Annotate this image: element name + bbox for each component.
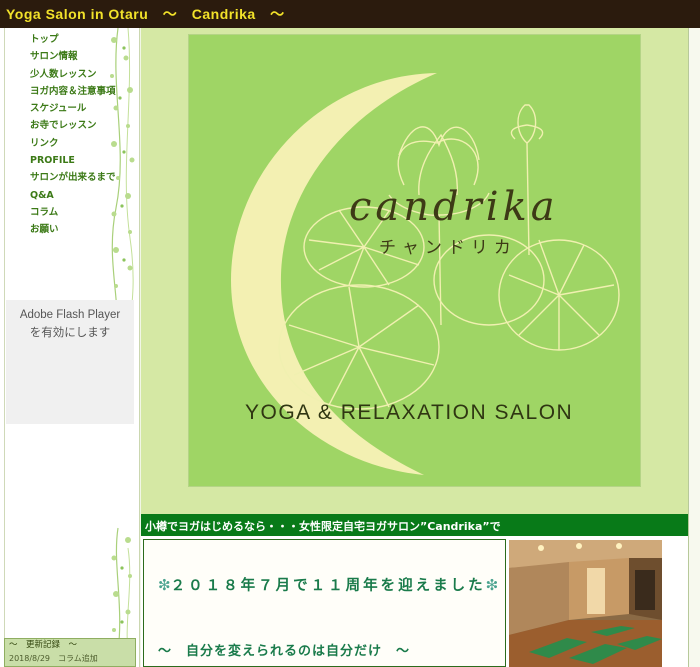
hero-tagline: YOGA & RELAXATION SALON <box>245 401 573 424</box>
menu-item-small-group-lessons[interactable]: 少人数レッスン <box>30 66 116 83</box>
menu-item-salon-info[interactable]: サロン情報 <box>30 48 116 65</box>
menu-item-profile[interactable]: PROFILE <box>30 152 116 169</box>
hero-brand-kana: チャンドリカ <box>379 238 517 258</box>
anniversary-headline-text: ２０１８年７月で１１周年を迎えました <box>170 578 486 594</box>
intro-banner: 小樽でヨガはじめるなら・・・女性限定自宅ヨガサロン”Candrika”で <box>141 514 688 536</box>
flash-placeholder[interactable]: Adobe Flash Player を有効にします <box>6 300 134 424</box>
studio-photo <box>509 540 662 667</box>
flower-right-icon: ❇ <box>485 576 499 594</box>
menu-item-schedule[interactable]: スケジュール <box>30 100 116 117</box>
updates-box: ～ 更新記録 ～ 2018/8/29 コラム追加 <box>4 638 136 667</box>
site-title[interactable]: Yoga Salon in Otaru ～ Candrika ～ <box>6 4 285 24</box>
page-right-edge <box>688 28 700 667</box>
menu-item-request[interactable]: お願い <box>30 221 116 238</box>
hero-brand: candrika <box>349 184 559 230</box>
menu-item-links[interactable]: リンク <box>30 135 116 152</box>
motto-line: ～ 自分を変えられるのは自分だけ ～ <box>158 644 411 659</box>
updates-first-entry[interactable]: 2018/8/29 コラム追加 <box>5 652 135 665</box>
intro-banner-text: 小樽でヨガはじめるなら・・・女性限定自宅ヨガサロン”Candrika”で <box>145 520 501 533</box>
updates-header: ～ 更新記録 ～ <box>9 640 78 650</box>
studio-photo-illustration <box>509 540 662 667</box>
flower-left-icon: ❇ <box>158 576 171 594</box>
sidebar-divider <box>4 28 5 667</box>
site-header: Yoga Salon in Otaru ～ Candrika ～ <box>0 0 700 28</box>
menu-item-column[interactable]: コラム <box>30 204 116 221</box>
hero-image: candrika チャンドリカ YOGA & RELAXATION SALON <box>188 34 641 487</box>
menu-item-yoga-content[interactable]: ヨガ内容＆注意事項 <box>30 83 116 100</box>
menu-item-salon-history[interactable]: サロンが出来るまで <box>30 169 116 186</box>
hero-artwork: candrika チャンドリカ YOGA & RELAXATION SALON <box>231 73 620 475</box>
menu-item-top[interactable]: トップ <box>30 31 116 48</box>
menu-item-qa[interactable]: Q&A <box>30 187 116 204</box>
menu-item-temple-lessons[interactable]: お寺でレッスン <box>30 117 116 134</box>
anniversary-headline: ❇２０１８年７月で１１周年を迎えました❇ <box>158 574 498 595</box>
flash-notice[interactable]: Adobe Flash Player を有効にします <box>6 300 134 342</box>
sidebar-menu: トップ サロン情報 少人数レッスン ヨガ内容＆注意事項 スケジュール お寺でレッ… <box>30 31 116 239</box>
